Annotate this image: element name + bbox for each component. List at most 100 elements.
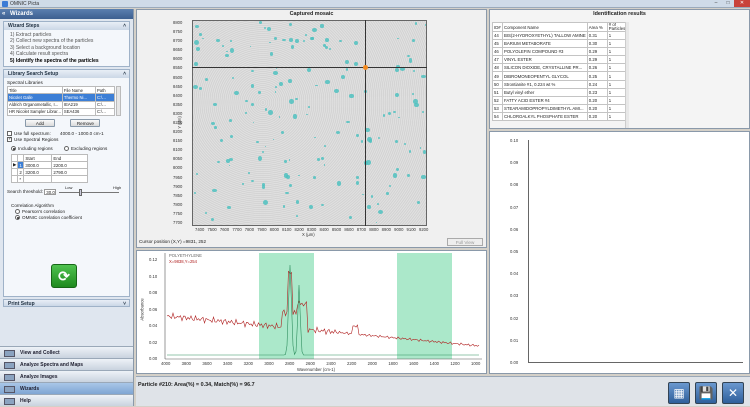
result-row[interactable]: 51 Butyl vinyl ether 0.23 1 <box>492 87 628 97</box>
result-row[interactable]: 47 VINYL ESTER 0.29 1 <box>492 55 628 65</box>
threshold-input[interactable]: 30.0 <box>44 189 57 196</box>
spectrum-x-tick: 3600 <box>202 361 212 366</box>
identification-title: Identification results <box>593 11 646 17</box>
mosaic-x-tick: 7600 <box>219 227 230 232</box>
including-regions-radio[interactable] <box>11 146 16 152</box>
cursor-horizontal-line[interactable] <box>192 67 427 68</box>
threshold-slider-track[interactable] <box>59 192 119 194</box>
save-button[interactable]: 💾 <box>695 382 717 404</box>
mosaic-y-tick: 7800 <box>173 201 183 207</box>
result-row[interactable]: 46 POLYOLEFIN COMPOUND #3 0.29 1 <box>492 47 628 57</box>
expand-icon[interactable]: ˅ <box>123 300 126 308</box>
collapse-icon[interactable]: ˄ <box>123 22 126 30</box>
mosaic-x-tick: 7700 <box>232 227 242 232</box>
nav-wizards[interactable]: Wizards <box>0 382 133 394</box>
cursor-vertical-line[interactable] <box>365 20 366 226</box>
spectrum-plot[interactable] <box>137 251 486 373</box>
region-row[interactable]: * <box>10 175 89 184</box>
library-search-header[interactable]: Library Search Setup ˄ <box>4 70 129 79</box>
plot-y-tick: 0.03 <box>510 293 519 299</box>
result-row[interactable]: 53 STEARAMIDOPROPYLDIMETHYL AMI... 0.20 1 <box>492 103 628 113</box>
region-row[interactable]: 2 3200.0 2790.0 <box>10 168 89 177</box>
plot-y-tick: 0.08 <box>510 182 519 188</box>
app-icon <box>2 1 8 7</box>
minimize-button[interactable]: – <box>710 0 722 7</box>
particle <box>258 21 262 24</box>
pearson-radio[interactable] <box>15 209 20 215</box>
particle <box>226 205 231 210</box>
wizard-steps-header[interactable]: Wizard Steps ˄ <box>4 22 129 30</box>
print-setup-header[interactable]: Print Setup ˅ <box>3 299 130 308</box>
result-row[interactable]: 54 CHLOROALKYL PHOSPHATE ESTER 0.20 1 <box>492 111 628 122</box>
nav-help[interactable]: Help <box>0 394 133 406</box>
collapse-icon[interactable]: ˄ <box>123 70 126 78</box>
mosaic-y-tick: 8000 <box>173 165 183 171</box>
plot-y-axis <box>528 140 529 362</box>
particle <box>306 114 308 116</box>
particle <box>264 145 267 148</box>
particle <box>193 62 198 67</box>
nav-analyze-images[interactable]: Analyze Images <box>0 370 133 382</box>
save-icon: 💾 <box>698 386 714 400</box>
mosaic-x-tick: 7900 <box>257 227 267 232</box>
mosaic-y-tick: 8400 <box>173 92 183 98</box>
cursor-marker[interactable] <box>363 65 368 70</box>
particle <box>312 176 317 179</box>
library-scrollbar[interactable] <box>116 86 121 117</box>
excluding-regions-radio[interactable] <box>64 146 70 152</box>
particle <box>244 112 247 114</box>
title-bar: OMNIC Picta – □ ✕ <box>0 0 750 8</box>
particle <box>422 149 426 154</box>
particle <box>242 183 245 185</box>
table-row[interactable]: Aldrich Organometallic, I... IEA219 C:\... <box>7 100 116 109</box>
mosaic-x-tick: 9100 <box>406 227 416 232</box>
run-search-button[interactable]: ⟳ <box>51 264 77 289</box>
close-button[interactable]: ✕ <box>722 382 744 404</box>
result-row[interactable]: 44 BIS(2-HYDROXYETHYL) TALLOW AMINE 0.31 1 <box>492 30 628 41</box>
step-5[interactable]: 5) Identify the spectra of the particles <box>10 58 123 64</box>
particle <box>356 180 360 185</box>
particle <box>320 24 324 28</box>
particle <box>400 67 406 72</box>
result-row[interactable]: 49 DIBROMONEOPENTYL GLYCOL 0.25 1 <box>492 71 628 81</box>
result-row[interactable]: 45 BARIUM METABORATE 0.30 1 <box>492 39 628 49</box>
maximize-button[interactable]: □ <box>722 0 734 7</box>
report-button[interactable]: ▦ <box>668 382 690 404</box>
particle <box>288 183 293 188</box>
particle <box>213 126 217 129</box>
plot-y-tick: 0.10 <box>510 138 519 143</box>
particle <box>403 142 407 145</box>
use-spectral-regions-checkbox[interactable] <box>7 136 12 143</box>
particle <box>367 204 371 209</box>
mosaic-image[interactable] <box>192 20 427 226</box>
full-view-button[interactable]: Full View <box>447 238 483 246</box>
table-row[interactable]: Nicolet Galle Thermo Ni... C:\... <box>7 93 116 102</box>
particle <box>255 140 259 143</box>
particle <box>251 102 255 106</box>
particle <box>355 176 359 179</box>
nav-analyze-spectra[interactable]: Analyze Spectra and Maps <box>0 358 133 370</box>
mosaic-y-tick: 8750 <box>173 29 183 35</box>
table-row[interactable]: HR Nicolet Sampler Librar... SEA436 C:\... <box>7 107 116 117</box>
particle <box>295 39 299 44</box>
identification-results-panel: Identification results ID# Component Nam… <box>489 9 750 129</box>
particle <box>387 112 391 116</box>
omnic-correlation-radio[interactable] <box>15 215 20 221</box>
spectrum-x-tick: 3000 <box>264 361 274 366</box>
result-row[interactable]: 50 Strontianite #1, 0.224 wt % 0.24 1 <box>492 79 628 89</box>
particle <box>251 70 254 73</box>
plot-y-tick: 0.09 <box>510 160 519 166</box>
nav-view-and-collect[interactable]: View and Collect <box>0 346 133 358</box>
results-scrollbar[interactable] <box>625 22 629 128</box>
spectrum-x-tick: 3200 <box>243 361 253 366</box>
results-table: ID# Component Name Area % # of Particles… <box>492 22 628 122</box>
close-window-button[interactable]: ✕ <box>734 0 750 7</box>
report-icon: ▦ <box>673 386 685 400</box>
result-row[interactable]: 48 SILICON DIOXIDE, CRYSTALLINE PR... 0.26… <box>492 63 628 73</box>
remove-button[interactable]: Remove <box>70 119 101 128</box>
add-button[interactable]: Add <box>25 119 55 128</box>
result-row[interactable]: 52 FATTY ACID ESTER #4 0.20 1 <box>492 95 628 105</box>
region-row[interactable]: ▶ 1 3000.0 2200.0 <box>10 161 89 170</box>
mosaic-x-tick: 8100 <box>282 227 292 232</box>
threshold-slider-handle[interactable] <box>79 189 82 197</box>
